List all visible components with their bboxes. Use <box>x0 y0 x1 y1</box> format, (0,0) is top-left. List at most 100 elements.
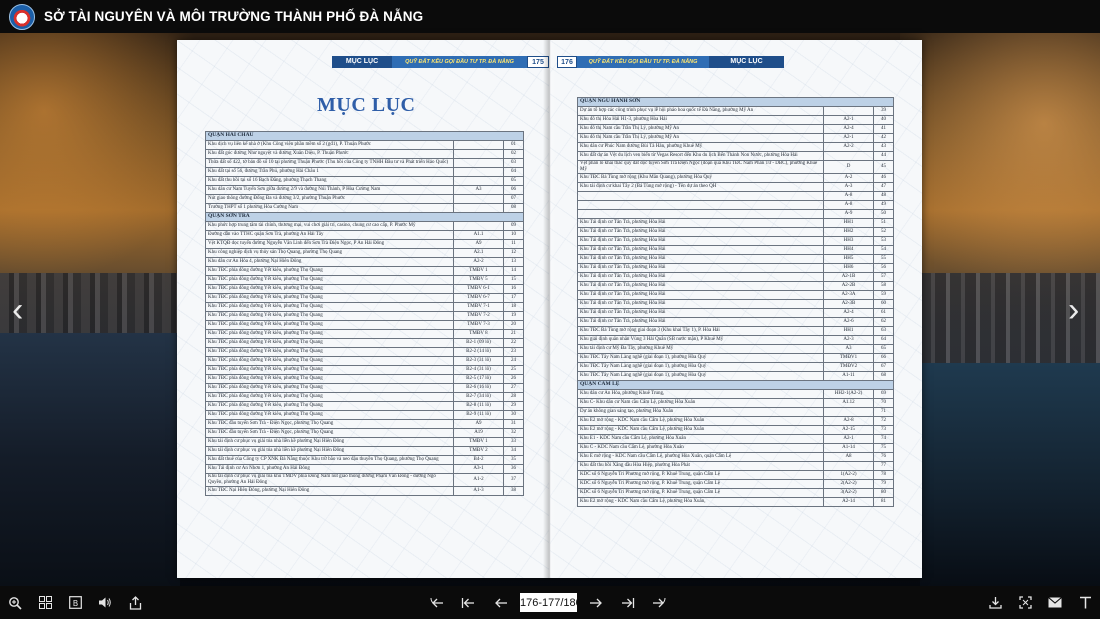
toc-entry-page[interactable]: 69 <box>872 388 895 399</box>
toc-entry-name[interactable]: Khu TĐC phía đông đường Yết kiêu, phường… <box>205 374 454 384</box>
last-page-icon[interactable] <box>647 586 671 619</box>
toc-entry-page[interactable]: 63 <box>872 325 895 336</box>
toc-entry-name[interactable] <box>577 199 824 210</box>
toc-entry-page[interactable]: 57 <box>872 271 895 282</box>
toc-entry-page[interactable]: 19 <box>503 311 524 321</box>
text-icon[interactable] <box>1073 586 1097 619</box>
toc-entry-page[interactable]: 61 <box>872 307 895 318</box>
toc-entry-page[interactable]: 07 <box>503 194 524 204</box>
toc-entry-name[interactable]: Khu dân cư Nam Tuyến Sơn giữa đường 2/9 … <box>205 185 454 195</box>
toc-entry-page[interactable]: 50 <box>872 208 895 219</box>
toc-entry-page[interactable]: 01 <box>503 140 524 150</box>
toc-entry-page[interactable]: 09 <box>503 221 524 231</box>
toc-entry-page[interactable]: 24 <box>503 356 524 366</box>
toc-entry-page[interactable]: 27 <box>503 383 524 393</box>
toc-entry-name[interactable]: Khu tái định cư phục vụ giải tỏa khu TMD… <box>205 473 454 487</box>
toc-entry-name[interactable]: Khu E mở rộng - KDC Nam cầu Cẩm Lệ, phườ… <box>577 451 824 462</box>
toc-entry-name[interactable]: Khu đất dự án Vệt du lịch ven biển từ Ve… <box>577 151 824 161</box>
toc-entry-name[interactable]: Khu dịch vụ liên kế nhà ở (Khu Công viên… <box>205 140 454 150</box>
toc-entry-name[interactable]: Khu TĐC phía đông đường Yết kiêu, phường… <box>205 320 454 330</box>
previous-chapter-icon[interactable] <box>456 586 480 619</box>
email-icon[interactable] <box>1043 586 1067 619</box>
sound-icon[interactable] <box>93 586 117 619</box>
toc-entry-name[interactable]: Khu TĐC phía đông đường Yết kiêu, phường… <box>205 284 454 294</box>
toc-entry-name[interactable]: Khu tái định cư khai Tây 2 (Bá Tùng mở r… <box>577 181 824 192</box>
toc-entry-name[interactable]: KDC số 6 Nguyễn Tri Phương mở rộng, P. K… <box>577 487 824 498</box>
toc-entry-name[interactable]: Khu tái định cư phục vụ giải tỏa nhà liề… <box>205 446 454 456</box>
toc-entry-name[interactable]: Dự án tổ hợp các công trình phục vụ lễ h… <box>577 106 824 116</box>
toc-entry-page[interactable]: 03 <box>503 158 524 168</box>
toc-entry-name[interactable]: Khu C - KDC Nam cầu Cẩm Lệ, phường Hòa X… <box>577 442 824 453</box>
toc-entry-name[interactable]: Khu đô thị Nam cầu Trần Thị Lý, phường M… <box>577 133 824 143</box>
toc-entry-page[interactable]: 08 <box>503 203 524 213</box>
toc-entry-page[interactable]: 48 <box>872 190 895 201</box>
toc-entry-name[interactable]: Khu TĐC Bá Tùng mở rộng giai đoạn 3 (Khu… <box>577 325 824 336</box>
toc-entry-page[interactable]: 44 <box>872 151 895 161</box>
toc-entry-name[interactable]: Khu E2 mở rộng - KDC Nam cầu Cẩm Lệ, phư… <box>577 424 824 435</box>
toc-entry-name[interactable]: Khu TĐC Bá Tùng mở rộng (Khu Mân Quang),… <box>577 172 824 183</box>
toc-entry-name[interactable]: Vệt phân lô khai thác quỹ đất dọc tuyến … <box>577 160 824 174</box>
toc-entry-name[interactable]: Khu Tái định cư Tân Trà, phường Hòa Hải <box>577 280 824 291</box>
toc-entry-name[interactable]: Khu TĐC đầu tuyến Sơn Trà - Điện Ngọc, p… <box>205 428 454 438</box>
share-icon[interactable] <box>123 586 147 619</box>
page-left[interactable]: MỤC LỤC QUỸ ĐẤT KÊU GỌI ĐẦU TƯ TP. ĐÀ NẴ… <box>177 40 549 578</box>
toc-entry-page[interactable]: 37 <box>503 473 524 487</box>
toc-entry-page[interactable]: 52 <box>872 226 895 237</box>
next-page-arrow-icon[interactable]: › <box>1068 293 1079 327</box>
toc-entry-name[interactable]: Khu đất thuê của Công ty CP XNK Đà Nẵng … <box>205 455 454 465</box>
page-right[interactable]: 176 QUỸ ĐẤT KÊU GỌI ĐẦU TƯ TP. ĐÀ NẴNG M… <box>550 40 922 578</box>
toc-entry-name[interactable]: Khu Tái định cư Tân Trà, phường Hòa Hải <box>577 289 824 300</box>
toc-entry-name[interactable]: Vệt KTQĐ dọc tuyến đường Nguyễn Văn Linh… <box>205 239 454 249</box>
toc-entry-name[interactable]: Khu tái định cư phục vụ giải tỏa nhà liề… <box>205 437 454 447</box>
toc-entry-name[interactable]: Nút giao thông đường Đống Đa và đường 3/… <box>205 194 454 204</box>
toc-entry-name[interactable]: Khu TĐC Tây Nam Làng nghề (giai đoạn 1),… <box>577 352 824 363</box>
toc-entry-name[interactable]: Dự án không gian sáng tạo, phường Hòa Xu… <box>577 406 824 417</box>
toc-entry-name[interactable]: Khu đất góc đường Như nguyệt và đường Xu… <box>205 149 454 159</box>
toc-entry-page[interactable]: 56 <box>872 262 895 273</box>
toc-entry-name[interactable]: Khu TĐC Nại Hiên Đông, phường Nại Hiên Đ… <box>205 485 454 496</box>
toc-entry-page[interactable]: 75 <box>872 442 895 453</box>
toc-entry-page[interactable]: 59 <box>872 289 895 300</box>
toc-entry-page[interactable]: 18 <box>503 302 524 312</box>
download-icon[interactable] <box>983 586 1007 619</box>
toc-entry-name[interactable]: Khu TĐC phía đông đường Yết kiêu, phường… <box>205 365 454 375</box>
toc-entry-page[interactable]: 42 <box>872 133 895 143</box>
previous-page-icon[interactable] <box>489 586 513 619</box>
toc-entry-page[interactable]: 16 <box>503 284 524 294</box>
toc-entry-name[interactable]: Khu Tái định cư Tân Trà, phường Hòa Hải <box>577 253 824 264</box>
toc-entry-page[interactable]: 35 <box>503 455 524 465</box>
toc-entry-name[interactable]: Khu TĐC phía đông đường Yết kiêu, phường… <box>205 383 454 393</box>
toc-entry-page[interactable]: 70 <box>872 397 895 408</box>
toc-entry-name[interactable]: Khu E1 - KDC Nam cầu Cẩm Lệ, phường Hòa … <box>577 433 824 444</box>
toc-entry-name[interactable]: Khu phức hợp trung tâm tài chính, thương… <box>205 221 454 231</box>
toc-entry-name[interactable]: Khu Tái định cư Tân Trà, phường Hòa Hải <box>577 271 824 282</box>
toc-entry-page[interactable]: 45 <box>872 160 895 174</box>
toc-entry-page[interactable]: 53 <box>872 235 895 246</box>
toc-entry-page[interactable]: 68 <box>872 370 895 381</box>
toc-entry-name[interactable]: Khu TĐC phía đông đường Yết kiêu, phường… <box>205 347 454 357</box>
toc-entry-name[interactable]: Khu giải định quân nhân Vùng 3 Hải Quân … <box>577 334 824 345</box>
toc-entry-page[interactable]: 22 <box>503 338 524 348</box>
toc-entry-name[interactable]: Khu TĐC phía đông đường Yết kiêu, phường… <box>205 311 454 321</box>
toc-entry-page[interactable]: 39 <box>872 106 895 116</box>
toc-entry-name[interactable]: Khu đô thị Hòa Hải H1-3, phường Hòa Hải <box>577 115 824 125</box>
toc-entry-page[interactable]: 31 <box>503 419 524 429</box>
toc-entry-page[interactable]: 33 <box>503 437 524 447</box>
toc-entry-page[interactable]: 10 <box>503 230 524 240</box>
toc-entry-page[interactable]: 49 <box>872 199 895 210</box>
toc-entry-name[interactable]: Khu TĐC phía đông đường Yết kiêu, phường… <box>205 293 454 303</box>
toc-entry-page[interactable]: 38 <box>503 485 524 496</box>
toc-entry-name[interactable]: Trường THPT số 1 phường Hòa Cường Nam <box>205 203 454 213</box>
toc-entry-page[interactable]: 17 <box>503 293 524 303</box>
toc-entry-name[interactable]: Khu đô thị Nam cầu Trần Thị Lý, phường M… <box>577 124 824 134</box>
toc-entry-name[interactable]: Khu Tái định cư Tân Trà, phường Hòa Hải <box>577 307 824 318</box>
toc-entry-page[interactable]: 28 <box>503 392 524 402</box>
toc-entry-name[interactable]: Khu Tái định cư An Nhơn 1, phường An Hải… <box>205 464 454 474</box>
toc-entry-name[interactable]: Khu dân cư Phúc Nam đường Bùi Tá Hán, ph… <box>577 142 824 152</box>
toc-entry-page[interactable]: 47 <box>872 181 895 192</box>
toc-entry-page[interactable]: 64 <box>872 334 895 345</box>
toc-entry-name[interactable]: Khu TĐC phía đông đường Yết kiêu, phường… <box>205 302 454 312</box>
toc-entry-name[interactable]: Khu Tái định cư Tân Trà, phường Hòa Hải <box>577 226 824 237</box>
toc-entry-page[interactable]: 76 <box>872 451 895 462</box>
toc-entry-page[interactable]: 30 <box>503 410 524 420</box>
